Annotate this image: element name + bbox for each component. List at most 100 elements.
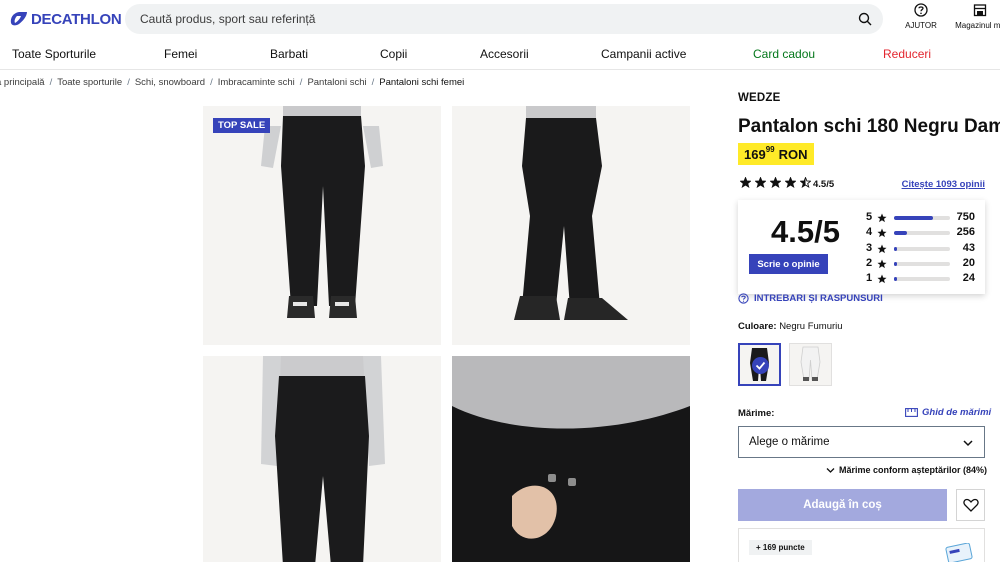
star-icon [877, 244, 887, 253]
size-guide-link[interactable]: Ghid de mărimi [905, 407, 991, 418]
distribution-star-count: 3 [866, 241, 873, 254]
breadcrumb-ski-clothing[interactable]: Imbracaminte schi [218, 77, 295, 88]
qa-label: INTREBARI ȘI RASPUNSURI [754, 293, 883, 304]
review-summary-box: 4.5/5 Scrie o opinie 5 750 4 256 3 43 2 20 1 24 [738, 200, 985, 294]
pants-back-illustration [261, 356, 385, 562]
distribution-review-count: 256 [956, 226, 975, 239]
color-label: Culoare: Negru Fumuriu [738, 321, 843, 332]
rating-distribution-row[interactable]: 3 43 [865, 241, 975, 256]
nav-item-gift-card[interactable]: Card cadou [753, 47, 815, 61]
product-price: 169 99 RON [738, 143, 814, 165]
rating-distribution-row[interactable]: 4 256 [865, 225, 975, 240]
nav-item-men[interactable]: Barbati [270, 47, 308, 61]
breadcrumb-current: Pantaloni schi femei [379, 77, 465, 88]
search-input[interactable]: Caută produs, sport sau referință [140, 12, 315, 26]
nav-item-kids[interactable]: Copii [380, 47, 407, 61]
fit-note[interactable]: Mărime conform așteptărilor (84%) [826, 465, 987, 475]
add-to-cart-button[interactable]: Adaugă în coș [738, 489, 947, 521]
search-icon[interactable] [858, 12, 872, 26]
distribution-bar-fill [894, 216, 933, 220]
price-integer: 169 [744, 147, 766, 162]
product-image-detail[interactable] [452, 356, 690, 562]
breadcrumb-separator: / [371, 77, 375, 88]
nav-item-sales[interactable]: Reduceri [883, 47, 931, 61]
ruler-icon [905, 408, 918, 417]
distribution-star-count: 4 [866, 226, 873, 239]
star-icon [877, 228, 887, 238]
decathlon-logo[interactable]: DECATHLON [10, 9, 122, 29]
decathlon-logo-icon [10, 12, 27, 26]
loyalty-points-box: + 169 puncte [738, 528, 985, 562]
product-image-front[interactable]: TOP SALE [203, 106, 441, 345]
distribution-review-count: 43 [962, 241, 975, 254]
color-swatch-white[interactable] [789, 343, 832, 386]
nav-item-campaigns[interactable]: Campanii active [601, 47, 686, 61]
loyalty-card-icon [945, 543, 973, 562]
product-title: Pantalon schi 180 Negru Damă [738, 116, 1000, 137]
star-icon [770, 177, 781, 188]
pants-side-illustration [514, 106, 628, 320]
distribution-review-count: 750 [956, 211, 975, 223]
nav-item-women[interactable]: Femei [164, 47, 197, 61]
breadcrumb-separator: / [127, 77, 130, 88]
distribution-star-count: 2 [866, 256, 873, 269]
color-label-title: Culoare: [738, 321, 777, 332]
star-icon [755, 177, 766, 188]
stores-label: Magazinul me [955, 21, 1000, 30]
distribution-bar-fill [894, 231, 908, 236]
write-review-button[interactable]: Scrie o opinie [749, 254, 828, 274]
rating-distribution-row[interactable]: 2 20 [865, 256, 975, 271]
distribution-star-count: 1 [866, 272, 873, 285]
size-guide-label: Ghid de mărimi [922, 407, 992, 418]
help-button[interactable]: AJUTOR [904, 3, 938, 30]
color-swatch-black[interactable] [738, 343, 781, 386]
breadcrumb-home[interactable]: a principală [0, 77, 45, 88]
star-icon [785, 177, 796, 188]
wishlist-button[interactable] [956, 489, 985, 521]
store-icon [973, 4, 987, 17]
nav-item-all-sports[interactable]: Toate Sporturile [12, 47, 96, 61]
logo-text: DECATHLON [31, 10, 122, 28]
header: DECATHLON Caută produs, sport sau referi… [0, 0, 1000, 38]
breadcrumb-ski-pants[interactable]: Pantaloni schi [307, 77, 366, 88]
star-icon [877, 274, 887, 284]
main-nav: Toate Sporturile Femei Barbati Copii Acc… [0, 38, 1000, 70]
top-sale-badge: TOP SALE [213, 118, 271, 133]
breadcrumb-all-sports[interactable]: Toate sporturile [57, 77, 122, 88]
product-brand[interactable]: WEDZE [738, 92, 781, 104]
stores-button[interactable]: Magazinul me [950, 3, 1000, 30]
selected-check-icon [752, 357, 769, 374]
distribution-bar-track [894, 277, 950, 282]
review-big-score: 4.5/5 [771, 214, 840, 249]
chevron-down-icon [963, 440, 973, 447]
product-image-back[interactable] [203, 356, 441, 562]
points-badge: + 169 puncte [749, 540, 812, 555]
star-icon [877, 213, 887, 223]
rating-stars [740, 177, 811, 188]
color-value: Negru Fumuriu [779, 321, 843, 332]
product-image-side[interactable] [452, 106, 690, 345]
swatch-white-pants-icon [800, 346, 821, 381]
distribution-bar-fill [894, 246, 898, 251]
distribution-bar-fill [894, 261, 898, 266]
search-bar[interactable]: Caută produs, sport sau referință [125, 4, 883, 34]
distribution-bar-fill [894, 277, 898, 282]
help-icon [914, 3, 928, 17]
rating-distribution-row[interactable]: 1 24 [865, 271, 975, 286]
pants-front-illustration [261, 106, 383, 318]
price-decimals: 99 [765, 145, 775, 154]
star-icon [800, 177, 811, 188]
size-select[interactable]: Alege o mărime [738, 426, 985, 458]
price-currency: RON [778, 147, 808, 162]
size-label: Mărime: [738, 408, 775, 419]
distribution-star-count: 5 [866, 211, 873, 223]
breadcrumb-ski-snowboard[interactable]: Schi, snowboard [135, 77, 205, 88]
read-reviews-link[interactable]: Citește 1093 opinii [902, 179, 985, 190]
distribution-review-count: 24 [962, 272, 975, 285]
rating-distribution-row[interactable]: 5 750 [865, 210, 975, 225]
nav-item-accessories[interactable]: Accesorii [480, 47, 529, 61]
size-select-value: Alege o mărime [749, 436, 830, 448]
distribution-bar-track [894, 231, 950, 236]
rating-summary: 4.5/5 Citește 1093 opinii [738, 177, 985, 191]
qa-link[interactable]: INTREBARI ȘI RASPUNSURI [738, 293, 883, 304]
